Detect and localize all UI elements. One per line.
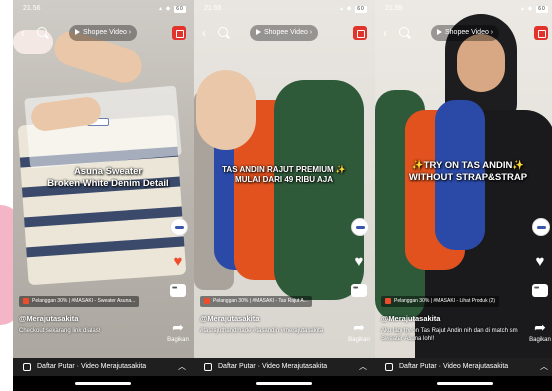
system-icons: ▴ ◆ 60: [159, 5, 186, 13]
chevron-up-icon: ︿: [540, 362, 548, 371]
shopee-video-pill[interactable]: Shopee Video ›: [69, 25, 138, 41]
shopping-bag-icon: [385, 297, 391, 304]
video-screen-3[interactable]: 21.55 ▴ ◆ 60 ‹ Shopee Video › ✨TRY ON TA…: [375, 0, 552, 391]
playlist-icon: [204, 363, 212, 371]
share-arrow-icon[interactable]: ➦: [349, 320, 369, 334]
video-overlay-text: Asuna Sweater Broken White Denim Detail: [47, 166, 169, 190]
pill-label: Shopee Video: [83, 29, 127, 36]
record-icon[interactable]: [172, 26, 186, 40]
search-icon[interactable]: [218, 27, 228, 37]
share-label: Bagikan: [348, 337, 370, 343]
status-bar: 21.55 ▴ ◆ 60: [375, 4, 552, 16]
shopping-bag-icon: [204, 297, 210, 304]
record-icon[interactable]: [353, 26, 367, 40]
caption: #tasrajuthandmade #tasandin #merajutasak…: [200, 328, 324, 334]
top-nav: ‹ Shopee Video ›: [375, 24, 552, 44]
comment-icon[interactable]: [351, 284, 367, 297]
playlist-bar[interactable]: Daftar Putar · Video Merajutasakita ︿: [375, 358, 552, 376]
playlist-bar[interactable]: Daftar Putar · Video Merajutasakita ︿: [194, 358, 375, 376]
share-label: Bagikan: [167, 337, 189, 343]
pill-label: Shopee Video: [445, 29, 489, 36]
system-icons: ▴ ◆ 60: [340, 5, 367, 13]
comment-icon[interactable]: [532, 284, 548, 297]
video-screen-2[interactable]: 21.55 ▴ ◆ 60 ‹ Shopee Video › TAS ANDIN …: [194, 0, 375, 391]
record-icon[interactable]: [534, 26, 548, 40]
caption: Aku lagi try on Tas Rajut Andin nih dan …: [381, 328, 518, 343]
chevron-up-icon: ︿: [359, 362, 367, 371]
product-bar[interactable]: Pelanggan 30% | #MASAKI - Tas Rajut A...: [200, 296, 312, 307]
playlist-bar[interactable]: Daftar Putar · Video Merajutasakita ︿: [13, 358, 194, 376]
hand-image: [196, 70, 256, 150]
chevron-left-icon[interactable]: ‹: [21, 26, 25, 40]
system-icons: ▴ ◆ 60: [521, 5, 548, 13]
product-text: Pelanggan 30% | #MASAKI - Tas Rajut A...: [213, 298, 308, 304]
search-icon[interactable]: [399, 27, 409, 37]
product-text: Pelanggan 30% | #MASAKI - Sweater Asuna.…: [32, 298, 136, 304]
chevron-up-icon: ︿: [178, 362, 186, 371]
top-nav: ‹ Shopee Video ›: [13, 24, 194, 44]
heart-icon[interactable]: ♥: [530, 254, 550, 269]
caption: Checkout sekarang link dialas!: [19, 328, 101, 334]
top-nav: ‹ Shopee Video ›: [194, 24, 375, 44]
play-icon: [75, 29, 80, 36]
creator-avatar[interactable]: [170, 218, 188, 236]
play-icon: [437, 29, 442, 36]
playlist-label: Daftar Putar · Video Merajutasakita: [218, 363, 328, 370]
chevron-left-icon[interactable]: ‹: [383, 26, 387, 40]
status-time: 21.56: [23, 5, 41, 12]
creator-avatar[interactable]: [351, 218, 369, 236]
status-bar: 21.56 ▴ ◆ 60: [13, 4, 194, 16]
product-bar[interactable]: Pelanggan 30% | #MASAKI - Sweater Asuna.…: [19, 296, 140, 307]
home-indicator: [375, 376, 552, 391]
playlist-label: Daftar Putar · Video Merajutasakita: [399, 363, 509, 370]
play-icon: [256, 29, 261, 36]
battery-icon: 60: [355, 6, 367, 13]
share-arrow-icon[interactable]: ➦: [168, 320, 188, 334]
username[interactable]: @Merajutasakita: [19, 314, 78, 323]
status-time: 21.55: [204, 5, 222, 12]
shopping-bag-icon: [23, 297, 29, 304]
video-overlay-text: ✨TRY ON TAS ANDIN✨ WITHOUT STRAP&STRAP: [408, 160, 528, 184]
home-indicator: [194, 376, 375, 391]
comment-icon[interactable]: [170, 284, 186, 297]
playlist-label: Daftar Putar · Video Merajutasakita: [37, 363, 147, 370]
pill-label: Shopee Video: [264, 29, 308, 36]
home-indicator: [13, 376, 194, 391]
battery-icon: 60: [174, 6, 186, 13]
heart-icon[interactable]: ♥: [168, 254, 188, 269]
username[interactable]: @Merajutasakita: [381, 314, 440, 323]
product-bar[interactable]: Pelanggan 30% | #MASAKI - Lihat Produk (…: [381, 296, 500, 307]
shopee-video-pill[interactable]: Shopee Video ›: [431, 25, 500, 41]
product-text: Pelanggan 30% | #MASAKI - Lihat Produk (…: [394, 298, 496, 304]
battery-icon: 60: [536, 6, 548, 13]
share-arrow-icon[interactable]: ➦: [530, 320, 550, 334]
video-screen-1[interactable]: 21.56 ▴ ◆ 60 ‹ Shopee Video › Asuna Swea…: [13, 0, 194, 391]
shopee-video-pill[interactable]: Shopee Video ›: [250, 25, 319, 41]
status-bar: 21.55 ▴ ◆ 60: [194, 4, 375, 16]
chevron-left-icon[interactable]: ‹: [202, 26, 206, 40]
playlist-icon: [23, 363, 31, 371]
creator-avatar[interactable]: [532, 218, 550, 236]
status-time: 21.55: [385, 5, 403, 12]
share-label: Bagikan: [529, 337, 551, 343]
heart-icon[interactable]: ♥: [349, 254, 369, 269]
playlist-icon: [385, 363, 393, 371]
video-overlay-text: TAS ANDIN RAJUT PREMIUM ✨ MULAI DARI 49 …: [222, 165, 346, 185]
search-icon[interactable]: [37, 27, 47, 37]
username[interactable]: @Merajutasakita: [200, 314, 259, 323]
